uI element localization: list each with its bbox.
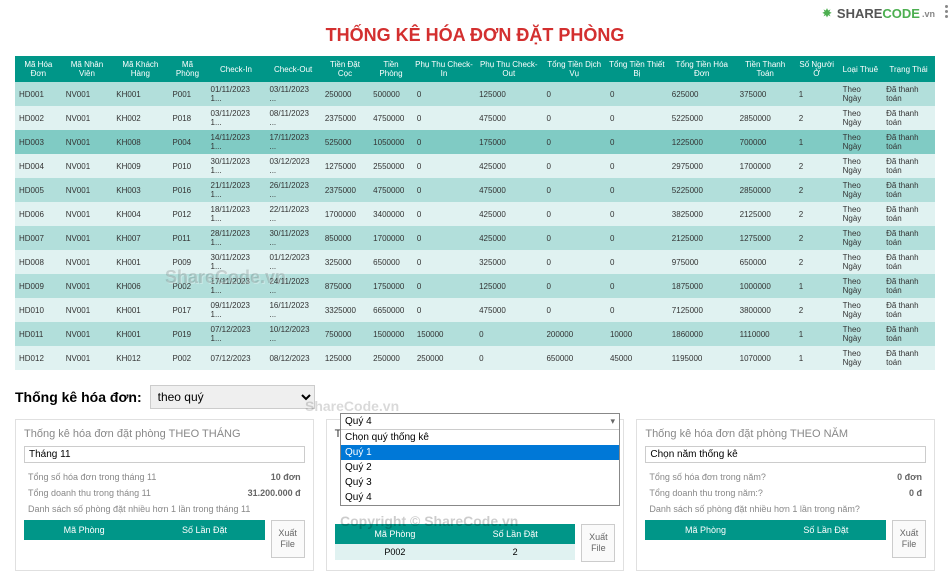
dropdown-option[interactable]: Chọn quý thống kê — [341, 430, 619, 445]
table-row[interactable]: HD001NV001KH001P00101/11/2023 1...03/11/… — [15, 82, 935, 106]
col-header: Tổng Tiền Dịch Vụ — [542, 56, 605, 82]
quarter-dropdown-open[interactable]: Quý 4 Chọn quý thống kêQuý 1Quý 2Quý 3Qu… — [340, 413, 620, 506]
panel-year-title: Thống kê hóa đơn đặt phòng THEO NĂM — [645, 428, 926, 446]
dropdown-option[interactable]: Quý 3 — [341, 475, 619, 490]
col-header: Check-Out — [265, 56, 320, 82]
panel-year: Thống kê hóa đơn đặt phòng THEO NĂM Chọn… — [636, 419, 935, 571]
col-header: Mã Nhân Viên — [62, 56, 113, 82]
export-quarter-button[interactable]: Xuất File — [581, 524, 615, 562]
table-row[interactable]: HD002NV001KH002P01803/11/2023 1...08/11/… — [15, 106, 935, 130]
col-header: Số Người Ở — [795, 56, 839, 82]
year-select[interactable]: Chọn năm thống kê — [645, 446, 926, 463]
quarter-dropdown-value[interactable]: Quý 4 — [341, 414, 619, 430]
menu-dots-icon[interactable] — [945, 5, 948, 18]
table-row[interactable]: HD004NV001KH009P01030/11/2023 1...03/12/… — [15, 154, 935, 178]
dropdown-option[interactable]: Quý 2 — [341, 460, 619, 475]
sharecode-logo: SHARECODE.vn — [820, 6, 935, 21]
month-mini-table: Mã PhòngSố Lần Đặt — [24, 520, 265, 558]
watermark: ShareCode.vn — [305, 398, 399, 414]
year-mini-table: Mã PhòngSố Lần Đặt — [645, 520, 886, 558]
table-row[interactable]: HD011NV001KH001P01907/12/2023 1...10/12/… — [15, 322, 935, 346]
table-row[interactable]: HD007NV001KH007P01128/11/2023 1...30/11/… — [15, 226, 935, 250]
filter-label: Thống kê hóa đơn: — [15, 389, 142, 405]
col-header: Phụ Thu Check-In — [413, 56, 475, 82]
col-header: Tiền Đặt Cọc — [321, 56, 369, 82]
table-row[interactable]: HD006NV001KH004P01218/11/2023 1...22/11/… — [15, 202, 935, 226]
table-row[interactable]: HD008NV001KH001P00930/11/2023 1...01/12/… — [15, 250, 935, 274]
invoice-table[interactable]: Mã Hóa ĐơnMã Nhân ViênMã Khách HàngMã Ph… — [15, 56, 935, 370]
table-row[interactable]: HD005NV001KH003P01621/11/2023 1...26/11/… — [15, 178, 935, 202]
table-row[interactable]: HD003NV001KH008P00414/11/2023 1...17/11/… — [15, 130, 935, 154]
table-row[interactable]: HD010NV001KH001P01709/11/2023 1...16/11/… — [15, 298, 935, 322]
col-header: Trạng Thái — [882, 56, 935, 82]
col-header: Check-In — [207, 56, 266, 82]
col-header: Mã Khách Hàng — [112, 56, 168, 82]
col-header: Loại Thuê — [839, 56, 882, 82]
filter-select[interactable]: theo quý — [150, 385, 315, 409]
dropdown-option[interactable]: Quý 1 — [341, 445, 619, 460]
col-header: Phụ Thu Check-Out — [475, 56, 542, 82]
col-header: Tổng Tiền Hóa Đơn — [668, 56, 736, 82]
export-month-button[interactable]: Xuất File — [271, 520, 305, 558]
panel-month-title: Thống kê hóa đơn đặt phòng THEO THÁNG — [24, 428, 305, 446]
watermark: Copyright © ShareCode.vn — [340, 513, 518, 529]
export-year-button[interactable]: Xuất File — [892, 520, 926, 558]
month-select[interactable]: Tháng 11 — [24, 446, 305, 463]
col-header: Tổng Tiền Thiết Bị — [606, 56, 668, 82]
col-header: Mã Phòng — [168, 56, 206, 82]
table-row[interactable]: HD012NV001KH012P00207/12/202308/12/20231… — [15, 346, 935, 370]
col-header: Tiền Thanh Toán — [736, 56, 795, 82]
panel-month: Thống kê hóa đơn đặt phòng THEO THÁNG Th… — [15, 419, 314, 571]
quarter-mini-table: Mã PhòngSố Lần Đặt P0022 — [335, 524, 576, 562]
watermark: ShareCode.vn — [165, 267, 286, 288]
table-row[interactable]: HD009NV001KH006P00217/11/2023 1...24/11/… — [15, 274, 935, 298]
col-header: Tiền Phòng — [369, 56, 413, 82]
dropdown-option[interactable]: Quý 4 — [341, 490, 619, 505]
col-header: Mã Hóa Đơn — [15, 56, 62, 82]
page-title: THỐNG KÊ HÓA ĐƠN ĐẶT PHÒNG — [0, 0, 950, 56]
